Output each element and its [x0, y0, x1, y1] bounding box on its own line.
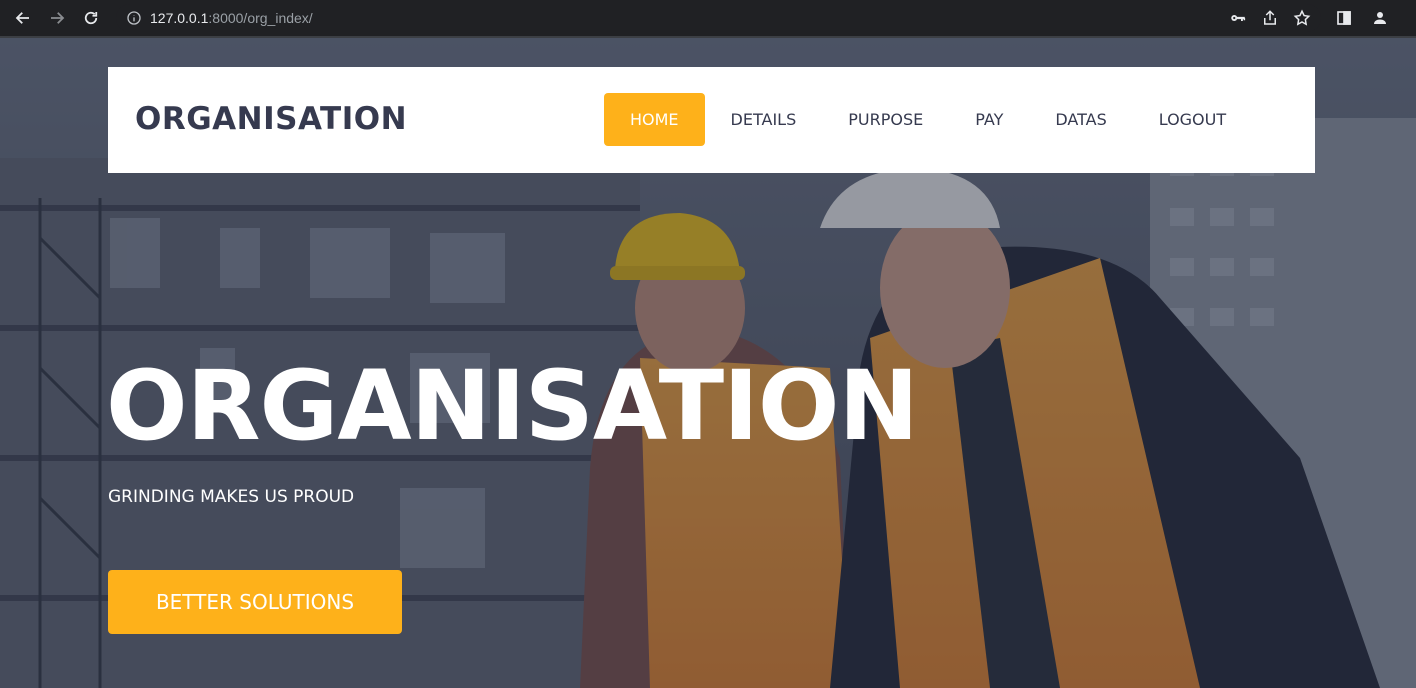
- share-icon[interactable]: [1261, 9, 1279, 27]
- nav-item-details[interactable]: DETAILS: [705, 93, 823, 146]
- nav-item-logout[interactable]: LOGOUT: [1133, 93, 1252, 146]
- forward-button[interactable]: [40, 0, 74, 36]
- nav-item-datas[interactable]: DATAS: [1029, 93, 1132, 146]
- hero-title: ORGANISATION: [106, 350, 919, 462]
- url-host: 127.0.0.1: [150, 10, 209, 26]
- site-logo[interactable]: ORGANISATION: [135, 101, 407, 137]
- back-icon: [15, 12, 29, 24]
- better-solutions-button[interactable]: BETTER SOLUTIONS: [108, 570, 402, 634]
- star-icon[interactable]: [1293, 9, 1311, 27]
- url-path: :8000/org_index/: [208, 10, 313, 26]
- nav-item-purpose[interactable]: PURPOSE: [822, 93, 949, 146]
- info-icon[interactable]: [126, 10, 142, 26]
- site-header: ORGANISATION HOME DETAILS PURPOSE PAY DA…: [108, 67, 1315, 173]
- address-bar[interactable]: 127.0.0.1:8000/org_index/: [116, 4, 1321, 32]
- hero-subtitle: GRINDING MAKES US PROUD: [108, 487, 355, 507]
- browser-toolbar: 127.0.0.1:8000/org_index/: [0, 0, 1416, 36]
- reload-button[interactable]: [74, 0, 108, 36]
- nav-item-pay[interactable]: PAY: [949, 93, 1029, 146]
- key-icon[interactable]: [1229, 9, 1247, 27]
- profile-icon[interactable]: [1371, 9, 1389, 27]
- reload-icon: [84, 11, 98, 25]
- main-nav: HOME DETAILS PURPOSE PAY DATAS LOGOUT: [604, 93, 1252, 146]
- nav-item-home[interactable]: HOME: [604, 93, 705, 146]
- back-button[interactable]: [6, 0, 40, 36]
- page-viewport: ORGANISATION HOME DETAILS PURPOSE PAY DA…: [0, 38, 1416, 688]
- forward-icon: [51, 12, 65, 24]
- side-panel-icon[interactable]: [1335, 9, 1353, 27]
